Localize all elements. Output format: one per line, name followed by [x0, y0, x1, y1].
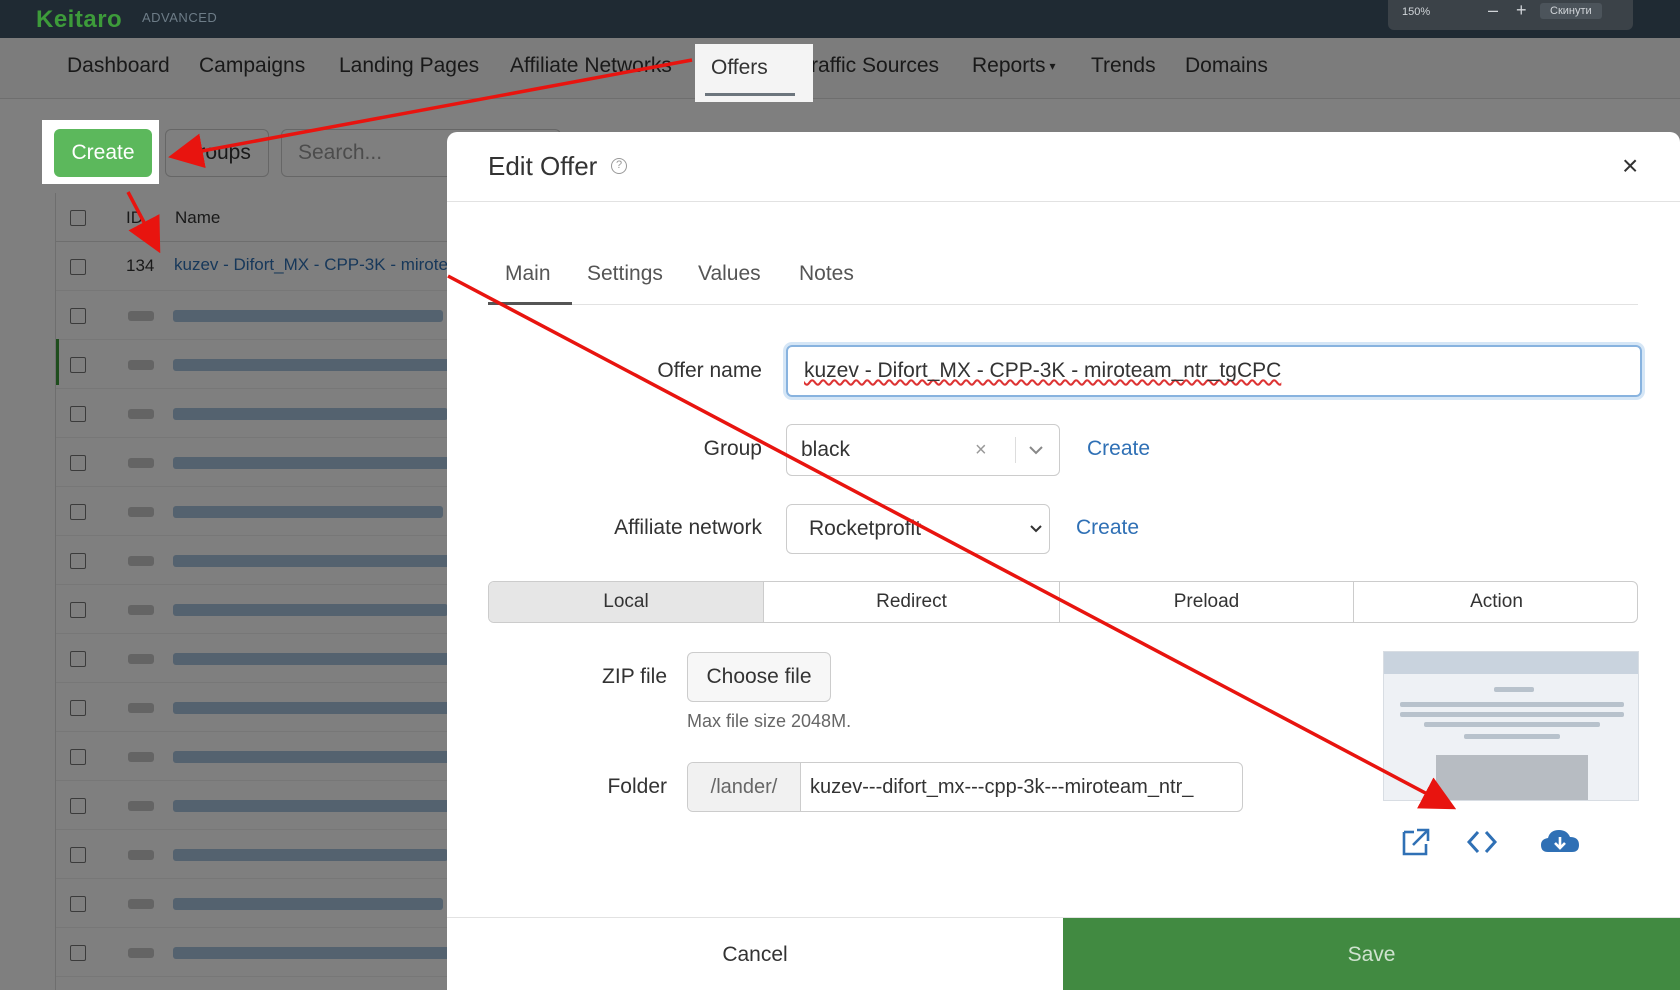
affiliate-network-label: Affiliate network: [614, 516, 762, 539]
tab-settings[interactable]: Settings: [587, 262, 663, 286]
zoom-in-button[interactable]: +: [1516, 0, 1527, 21]
folder-label: Folder: [607, 775, 667, 798]
zip-file-label: ZIP file: [602, 665, 667, 688]
tab-values[interactable]: Values: [698, 262, 761, 286]
external-link-icon: [1402, 828, 1430, 856]
code-icon: [1466, 830, 1498, 854]
max-file-size-hint: Max file size 2048M.: [687, 711, 852, 731]
app-logo[interactable]: Keitaro: [36, 6, 122, 34]
offer-type-selector: Local Redirect Preload Action: [488, 581, 1638, 623]
preview-text-line: [1400, 712, 1624, 717]
create-group-link[interactable]: Create: [1087, 437, 1150, 461]
browser-zoom-popup: 150% – + Скинути: [1388, 0, 1633, 30]
modal-tabs: Main Settings Values Notes: [488, 250, 1638, 305]
preview-text-line: [1424, 722, 1600, 727]
clear-icon[interactable]: ×: [975, 425, 987, 475]
preview-image: [1436, 755, 1588, 800]
group-label: Group: [703, 437, 762, 460]
save-button[interactable]: Save: [1063, 918, 1680, 990]
folder-prefix: /lander/: [688, 763, 801, 811]
help-icon[interactable]: ?: [611, 158, 627, 174]
create-button[interactable]: Create: [54, 129, 152, 177]
affiliate-network-select[interactable]: Rocketprofit: [786, 504, 1050, 554]
open-external-button[interactable]: [1386, 812, 1446, 872]
cancel-button[interactable]: Cancel: [447, 918, 1063, 990]
offer-name-value: kuzev - Difort_MX - CPP-3K - miroteam_nt…: [804, 359, 1282, 382]
preview-text-line: [1494, 687, 1534, 692]
affiliate-network-value: Rocketprofit: [809, 517, 922, 540]
modal-footer: Cancel Save: [447, 917, 1680, 990]
select-separator: [1015, 437, 1016, 463]
preview-header: [1384, 652, 1638, 674]
create-affiliate-network-link[interactable]: Create: [1076, 516, 1139, 540]
type-action[interactable]: Action: [1354, 582, 1637, 622]
nav-offers-highlight-label: Offers: [711, 56, 768, 79]
cloud-download-icon: [1541, 830, 1579, 852]
offer-name-input[interactable]: kuzev - Difort_MX - CPP-3K - miroteam_nt…: [786, 345, 1642, 397]
zoom-level: 150%: [1402, 6, 1431, 18]
edition-label: ADVANCED: [142, 10, 218, 25]
choose-file-button[interactable]: Choose file: [687, 652, 831, 702]
close-icon[interactable]: ×: [1622, 150, 1638, 182]
preview-text-line: [1400, 702, 1624, 707]
modal-header: Edit Offer ? ×: [447, 132, 1680, 202]
zoom-reset-button[interactable]: Скинути: [1540, 3, 1602, 19]
modal-title: Edit Offer: [488, 151, 598, 181]
preview-text-line: [1464, 734, 1560, 739]
type-preload[interactable]: Preload: [1060, 582, 1354, 622]
type-redirect[interactable]: Redirect: [764, 582, 1060, 622]
download-button[interactable]: [1531, 812, 1591, 872]
zoom-out-button[interactable]: –: [1488, 0, 1498, 21]
group-value: black: [801, 438, 851, 461]
lander-preview[interactable]: [1383, 651, 1639, 801]
type-local[interactable]: Local: [489, 582, 764, 622]
edit-code-button[interactable]: [1452, 812, 1512, 872]
top-bar: Keitaro ADVANCED 150% – + Скинути: [0, 0, 1680, 38]
folder-input-group[interactable]: /lander/ kuzev---difort_mx---cpp-3k---mi…: [687, 762, 1243, 812]
nav-offers-highlight[interactable]: Offers: [695, 44, 813, 102]
tab-notes[interactable]: Notes: [799, 262, 854, 286]
active-tab-underline: [705, 93, 795, 96]
edit-offer-modal: Edit Offer ? × Main Settings Values Note…: [447, 132, 1680, 990]
tab-main[interactable]: Main: [505, 262, 551, 286]
folder-input[interactable]: kuzev---difort_mx---cpp-3k---miroteam_nt…: [810, 763, 1235, 811]
chevron-down-icon[interactable]: [1025, 439, 1047, 461]
chevron-down-icon: [1030, 525, 1042, 533]
tab-active-indicator: [488, 302, 572, 305]
offer-name-label: Offer name: [657, 359, 762, 382]
group-select[interactable]: black ×: [786, 424, 1060, 476]
